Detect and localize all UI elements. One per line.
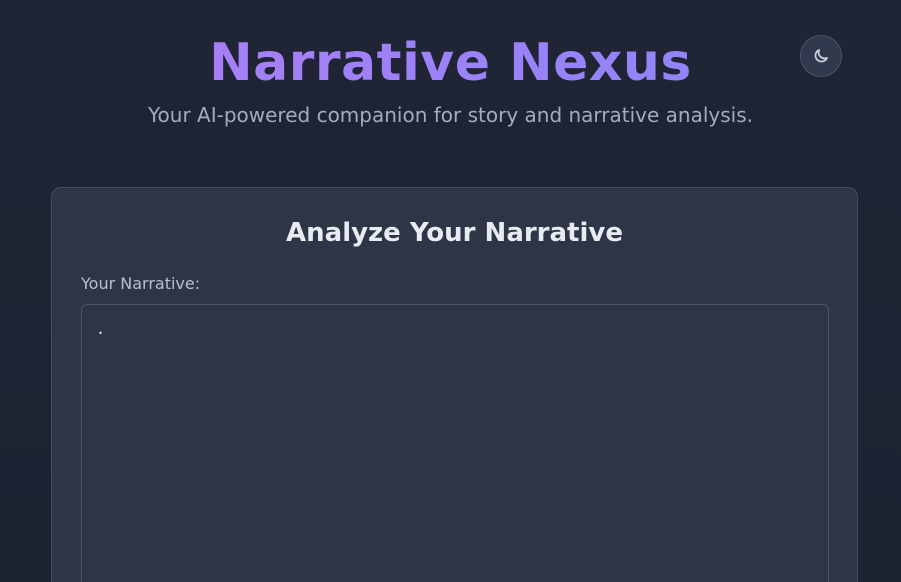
- narrative-label: Your Narrative:: [81, 274, 201, 293]
- theme-toggle-button[interactable]: [800, 35, 842, 77]
- analyze-card-title: Analyze Your Narrative: [286, 218, 623, 248]
- page: Narrative Nexus Your AI-powered companio…: [0, 0, 901, 582]
- app-title: Narrative Nexus: [0, 28, 901, 98]
- moon-icon: [814, 49, 828, 63]
- app-subtitle: Your AI-powered companion for story and …: [147, 103, 754, 127]
- narrative-textarea[interactable]: .: [81, 304, 829, 582]
- analyze-card: Analyze Your Narrative Your Narrative: .: [51, 187, 858, 582]
